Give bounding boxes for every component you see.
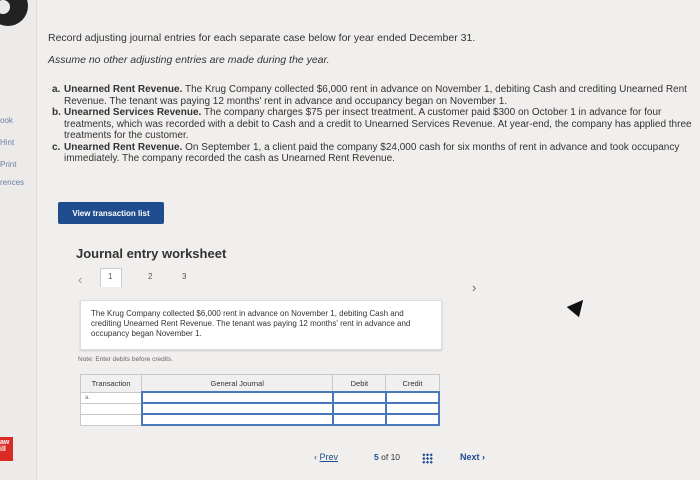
journal-entry-table: Transaction General Journal Debit Credit… [79,374,441,426]
prev-button[interactable]: ‹ Prev [314,452,338,462]
col-transaction: Transaction [79,374,143,393]
table-row [79,402,441,415]
general-journal-input[interactable] [140,402,334,415]
cursor-icon [566,294,590,318]
case-item: a. Unearned Rent Revenue. The Krug Compa… [52,84,687,107]
debit-input[interactable] [331,413,387,426]
sidebar-item-ebook[interactable]: ook [0,116,13,125]
page-indicator: 5 of 10 [374,452,401,462]
case-list: a. Unearned Rent Revenue. The Krug Compa… [52,84,692,165]
credit-input[interactable] [384,402,441,415]
case-title: Unearned Rent Revenue. [64,141,183,153]
journal-entry-worksheet: Journal entry worksheet ‹ 1 2 3 › The Kr… [70,232,490,462]
general-journal-input[interactable] [140,391,334,404]
credit-input[interactable] [384,391,441,404]
chevron-left-icon[interactable]: ‹ [78,272,82,287]
entry-note: Note: Enter debits before credits. [78,356,174,363]
col-debit: Debit [332,374,387,393]
general-journal-input[interactable] [140,413,334,426]
worksheet-title: Journal entry worksheet [76,246,227,261]
case-item: b. Unearned Services Revenue. The compan… [52,107,692,141]
table-row [79,413,441,426]
instructions-line: Record adjusting journal entries for eac… [48,32,476,44]
col-general-journal: General Journal [141,374,334,393]
table-row: a. [79,391,441,404]
debit-input[interactable] [331,402,387,415]
transaction-description: The Krug Company collected $6,000 rent i… [80,300,442,350]
chevron-right-icon[interactable]: › [472,280,476,295]
sidebar-item-references[interactable]: rences [0,178,24,187]
page-tab-3[interactable]: 3 [182,272,186,281]
grid-icon[interactable] [422,453,433,464]
logo-icon [0,0,28,26]
case-title: Unearned Services Revenue. [64,107,202,118]
case-title: Unearned Rent Revenue. [64,84,183,95]
case-item: c. Unearned Rent Revenue. On September 1… [52,141,680,165]
next-button[interactable]: Next › [460,452,485,462]
left-sidebar: ook Hint Print rences aw ill [0,0,37,480]
sidebar-item-print[interactable]: Print [0,160,16,169]
page-tab-1[interactable]: 1 [108,272,112,281]
sidebar-item-hint[interactable]: Hint [0,138,14,147]
assumption-line: Assume no other adjusting entries are ma… [48,54,330,66]
publisher-badge: aw ill [0,437,13,461]
table-header: Transaction General Journal Debit Credit [79,374,440,393]
page-tab-2[interactable]: 2 [148,272,152,281]
row-transaction-label: a. [79,391,143,404]
credit-input[interactable] [384,413,441,426]
col-credit: Credit [385,374,440,393]
debit-input[interactable] [331,391,387,404]
view-transaction-list-button[interactable]: View transaction list [58,202,164,224]
